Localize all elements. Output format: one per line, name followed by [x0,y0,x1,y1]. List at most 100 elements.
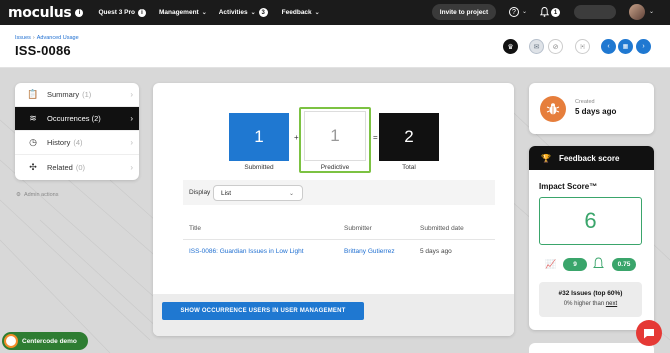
total-label: Total [402,164,416,171]
help-icon[interactable]: ? [509,7,519,17]
sidebar-item-label: Occurrences (2) [47,114,101,123]
notification-badge: 1 [551,8,560,17]
admin-actions-label: Admin actions [23,192,59,198]
breadcrumb-issues[interactable]: Issues [15,35,31,41]
project-info-icon: i [137,8,146,17]
chevron-down-icon: ⌄ [288,190,294,197]
previous-button[interactable]: ‹ [601,39,616,54]
sidebar-item-occurrences[interactable]: ≋ Occurrences (2) › [15,107,139,131]
demo-badge-label: Centercode demo [22,337,77,345]
clock-icon: ◷ [29,137,37,147]
feedback-score-title: Feedback score [558,153,620,163]
occurrences-card: 1 Submitted + 1 Predictive = 2 Total Dis… [153,83,514,336]
display-select[interactable]: List ⌄ [213,185,303,201]
user-avatar[interactable] [629,4,645,20]
equals-sign: = [373,133,378,142]
created-label: Created [575,99,595,105]
nav-project-label: Quest 3 Pro [98,9,135,16]
trend-chart-icon: 📈 [545,259,557,269]
predictive-label: Predictive [320,164,350,171]
nav-management[interactable]: Management ⌄ [159,9,207,16]
created-value: 5 days ago [575,107,617,116]
column-header-submitter[interactable]: Submitter [344,225,372,232]
metric-pill-1: 9 [563,258,587,271]
nav-feedback[interactable]: Feedback ⌄ [282,9,320,16]
chevron-right-icon: › [130,90,133,99]
nav-activities[interactable]: Activities ⌄ 3 [219,8,268,17]
breadcrumb-separator: › [32,35,35,41]
column-header-date[interactable]: Submitted date [420,225,464,232]
display-label: Display [189,189,211,196]
nav-feedback-label: Feedback [281,9,312,16]
sidebar-item-label: Related [47,162,73,172]
crown-button[interactable]: ♛ [503,39,518,54]
rank-subtext: 0% higher than next [539,301,642,307]
chat-icon [644,328,654,338]
sidebar-item-count: (0) [75,162,86,172]
sidebar-item-summary[interactable]: 📋 Summary (1) › [15,83,139,107]
mail-button[interactable]: ✉ [529,39,544,54]
grid-view-button[interactable]: ▦ [618,39,633,54]
chat-button[interactable] [636,320,662,346]
sidebar-item-related[interactable]: ✣ Related (0) › [15,155,139,179]
impact-score-label: Impact Score™ [539,182,598,191]
demo-badge[interactable]: Centercode demo [2,332,88,350]
feedback-score-header: 🏆 Feedback score [529,146,654,170]
display-select-value: List [221,189,232,197]
sidebar-item-label: History [47,138,71,147]
issue-sidebar: 📋 Summary (1) › ≋ Occurrences (2) › ◷ Hi… [15,83,139,180]
bell-icon[interactable] [540,7,549,17]
logo-info-icon[interactable]: i [75,8,84,17]
search-input[interactable] [574,5,616,19]
avatar-chevron-icon[interactable]: ⌄ [649,8,654,15]
predictive-count-box: 1 [304,111,366,161]
plus-sign: + [294,133,299,142]
total-count-box: 2 [379,113,439,161]
sidebar-item-history[interactable]: ◷ History (4) › [15,131,139,155]
rank-box: #32 Issues (top 60%) 0% higher than next [539,282,642,317]
puzzle-icon: ✣ [29,161,37,172]
clipboard-icon: 📋 [27,89,39,99]
layers-icon: ≋ [29,113,37,123]
sidebar-item-count: (4) [73,138,83,147]
chevron-down-icon: ⌄ [201,10,207,16]
column-header-title[interactable]: Title [189,225,201,232]
merge-button[interactable]: |•| [575,39,590,54]
submitted-count-box: 1 [229,113,289,161]
activities-badge: 3 [258,8,268,17]
sidebar-item-label: Summary [47,90,80,99]
admin-actions-link[interactable]: ⚙ Admin actions [16,192,58,198]
top-nav-bar: moculus i Quest 3 Pro i Management ⌄ Act… [0,0,670,25]
chevron-right-icon: › [130,114,133,123]
feedback-score-card: 🏆 Feedback score Impact Score™ 6 📈 9 0.7… [529,146,654,330]
bell-outline-icon [593,257,604,268]
hide-button[interactable]: ⊘ [548,39,563,54]
chevron-right-icon: › [130,138,133,147]
chevron-down-icon: ⌄ [250,10,256,16]
help-chevron-icon[interactable]: ⌄ [522,8,527,15]
occurrence-title-link[interactable]: ISS-0086: Guardian Issues in Low Light [189,248,304,255]
page-header: Issues › Advanced Usage ISS-0086 ♛ ✉ ⊘ |•|… [0,25,670,68]
chevron-right-icon: › [130,162,133,172]
metric-pill-2: 0.75 [612,258,636,271]
display-filter-bar: Display List ⌄ [183,180,495,205]
card-footer: SHOW OCCURRENCE USERS IN USER MANAGEMENT [153,294,514,336]
breadcrumb: Issues › Advanced Usage [15,35,79,41]
rank-text: #32 Issues (top 60%) [558,290,623,297]
rank-next-link[interactable]: next [606,301,617,307]
nav-activities-label: Activities [218,9,248,16]
next-button[interactable]: › [636,39,651,54]
impact-score-value: 6 [539,197,642,245]
app-logo[interactable]: moculus [8,5,72,21]
occurrence-date: 5 days ago [420,248,452,255]
nav-project[interactable]: Quest 3 Pro i [98,8,146,17]
page-title: ISS-0086 [15,43,71,58]
show-occurrence-users-button[interactable]: SHOW OCCURRENCE USERS IN USER MANAGEMENT [162,302,364,320]
next-panel-stub [529,343,654,353]
chevron-down-icon: ⌄ [314,10,320,16]
occurrence-submitter-link[interactable]: Brittany Gutierrez [344,248,395,255]
breadcrumb-advanced-usage[interactable]: Advanced Usage [37,35,79,41]
invite-button[interactable]: Invite to project [432,4,496,20]
sidebar-item-count: (1) [82,90,92,99]
created-card: Created 5 days ago [529,83,654,134]
